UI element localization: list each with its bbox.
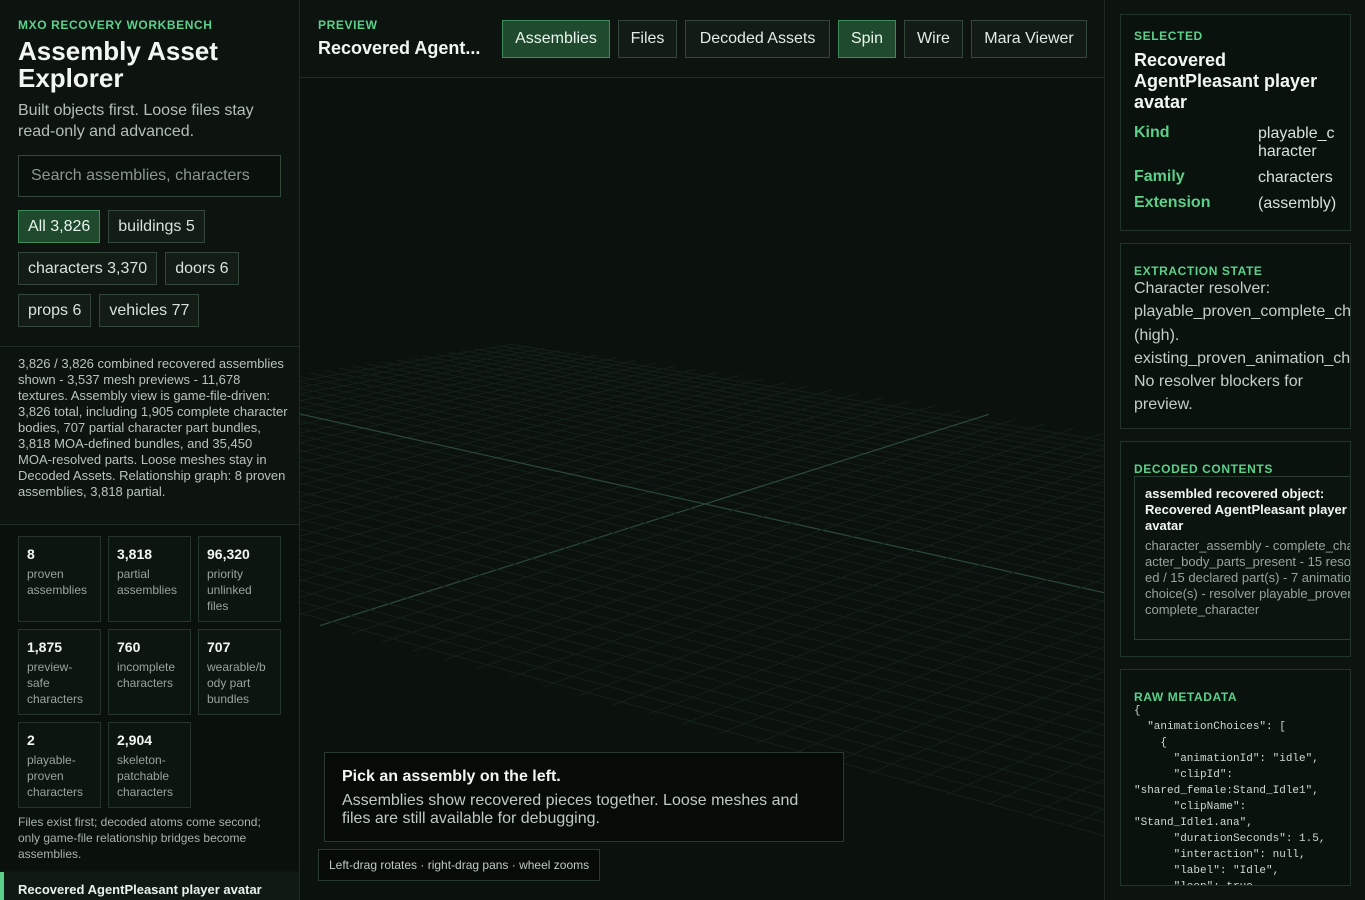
extension-label: Extension [1134,194,1211,211]
stat-card: 96,320 priority unlinked files [198,536,281,622]
search-input[interactable] [18,155,281,197]
grid-line [300,509,1104,714]
grid-line [323,370,1104,529]
stat-label: partial assemblies [117,567,178,597]
controls-hint: Left-drag rotates · right-drag pans · wh… [318,849,601,881]
stat-value: 1,875 [27,639,63,655]
hint-body: Assemblies show recovered pieces togethe… [342,792,799,827]
empty-state-hint: Pick an assembly on the left. Assemblies… [324,752,844,842]
stat-value: 3,818 [117,546,153,562]
tab-files[interactable]: Files [618,20,677,58]
kind-value: playable_character [1258,125,1335,160]
grid-line [300,368,697,464]
decoded-eyebrow: DECODED CONTENTS [1134,462,1273,476]
stat-card: 1,875 preview-safe characters [18,629,101,715]
stat-label: proven assemblies [27,567,88,597]
stat-label: priority unlinked files [207,567,252,613]
inspector: SELECTED Recovered AgentPleasant player … [1106,0,1365,900]
decoded-card-title: assembled recovered object: Recovered Ag… [1145,486,1347,533]
stat-value: 8 [27,546,35,562]
tab-assemblies[interactable]: Assemblies [502,20,610,58]
raw-metadata-panel: RAW METADATA { "animationChoices": [ { "… [1120,669,1351,886]
preview-title: Recovered Agent... [318,38,481,58]
mara-viewer-button[interactable]: Mara Viewer [971,20,1087,58]
stat-value: 707 [207,639,231,655]
selected-panel: SELECTED Recovered AgentPleasant player … [1120,14,1351,231]
grid-line [300,409,962,615]
extension-value: (assembly) [1258,195,1337,212]
wire-toggle[interactable]: Wire [904,20,963,58]
chip-props[interactable]: props 6 [18,294,92,327]
stats-area: 8 proven assemblies 3,818 partial assembli… [0,524,299,870]
grid-line [300,400,1104,576]
stat-label: playable-proven characters [27,753,84,799]
decoded-card[interactable]: assembled recovered object: Recovered Ag… [1134,476,1351,640]
page-title: Assembly Asset Explorer [18,36,218,93]
stat-value: 760 [117,639,141,655]
decoded-card-body: character_assembly - complete_character_… [1145,538,1351,617]
kind-label: Kind [1134,124,1170,141]
stat-card: 2,904 skeleton-patchable characters [108,722,191,808]
hint-title: Pick an assembly on the left. [342,768,561,785]
filter-chips: All 3,826 buildings 5 characters 3,370 d… [18,210,283,345]
raw-eyebrow: RAW METADATA [1134,690,1238,704]
page-description: Built objects first. Loose files stay re… [18,102,254,140]
grid-line [367,363,1104,507]
preview-eyebrow: PREVIEW [318,18,378,32]
extraction-eyebrow: EXTRACTION STATE [1134,264,1263,278]
stats-note: Files exist first; decoded atoms come se… [18,815,261,861]
preview-toolbar: PREVIEW Recovered Agent... Assemblies Fi… [300,0,1104,78]
stat-card: 2 playable-proven characters [18,722,101,808]
stat-card: 760 incomplete characters [108,629,191,715]
chip-doors[interactable]: doors 6 [165,252,239,285]
sidebar: MXO RECOVERY WORKBENCH Assembly Asset Ex… [0,0,300,900]
grid-line [718,577,1104,735]
tab-decoded-assets[interactable]: Decoded Assets [685,20,830,58]
grid-line [300,548,1104,761]
spin-toggle[interactable]: Spin [838,20,896,58]
stat-card: 3,818 partial assemblies [108,536,191,622]
stat-card: 707 wearable/body part bundles [198,629,281,715]
stat-value: 2,904 [117,732,153,748]
stat-label: skeleton-patchable characters [117,753,174,799]
extraction-text: Character resolver: playable_proven_comp… [1134,280,1351,414]
family-value: characters [1258,169,1333,186]
extraction-panel: EXTRACTION STATE Character resolver: pla… [1120,243,1351,429]
raw-json: { "animationChoices": [ { "animationId":… [1134,705,1326,885]
selected-eyebrow: SELECTED [1134,29,1203,43]
stat-label: preview-safe characters [27,660,84,706]
chip-vehicles[interactable]: vehicles 77 [99,294,200,327]
app-eyebrow: MXO RECOVERY WORKBENCH [18,18,213,32]
grid-line [474,348,1104,457]
stats-grid: 8 proven assemblies 3,818 partial assembli… [18,536,281,808]
chip-buildings[interactable]: buildings 5 [108,210,205,243]
grid-line [319,413,990,627]
stat-value: 2 [27,732,35,748]
selected-title: Recovered AgentPleasant player avatar [1134,50,1318,112]
grid-line [309,372,1104,536]
chip-characters[interactable]: characters 3,370 [18,252,158,285]
stat-label: wearable/body part bundles [207,660,266,706]
stat-value: 96,320 [207,546,250,562]
decoded-panel: DECODED CONTENTS assembled recovered obj… [1120,441,1351,657]
preview-pane: PREVIEW Recovered Agent... Assemblies Fi… [300,0,1105,900]
chip-all[interactable]: All 3,826 [18,210,101,243]
summary-text: 3,826 / 3,826 combined recovered assembl… [0,346,299,524]
family-label: Family [1134,168,1185,185]
list-item-selected[interactable]: Recovered AgentPleasant player avatar [0,872,299,900]
stat-card: 8 proven assemblies [18,536,101,622]
stat-label: incomplete characters [117,660,176,690]
